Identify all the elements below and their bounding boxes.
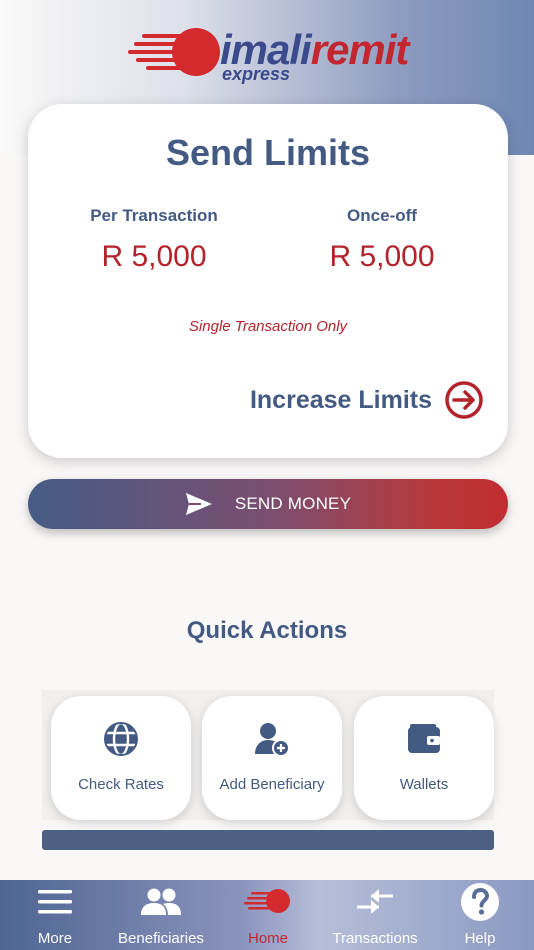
help-icon [461, 883, 499, 921]
brand-logo: imaliremit express [128, 24, 418, 86]
people-icon [141, 888, 181, 915]
tab-help-label: Help [464, 930, 496, 947]
limit-note: Single Transaction Only [188, 318, 348, 335]
tab-help[interactable]: Help [446, 880, 514, 950]
tab-more-label: More [37, 930, 73, 947]
tab-home[interactable]: Home [233, 880, 303, 950]
increase-limits-label: Increase Limits [249, 385, 432, 414]
check-rates-button[interactable]: Check Rates [51, 696, 191, 820]
send-limits-card: Send Limits Per Transaction R 5,000 Once… [28, 104, 508, 458]
paper-plane-icon [185, 493, 212, 515]
quick-actions-title: Quick Actions [186, 617, 348, 644]
home-logo-icon [244, 889, 290, 913]
brand-subtitle: express [222, 64, 291, 84]
check-rates-label: Check Rates [78, 776, 164, 793]
per-transaction-label: Per Transaction [90, 206, 218, 225]
transfer-arrows-icon [357, 889, 393, 914]
once-off-label: Once-off [347, 206, 417, 225]
send-money-label: SEND MONEY [234, 494, 352, 513]
add-user-icon [255, 723, 290, 757]
arrow-circle-right-icon [445, 381, 483, 419]
quick-actions-scrollbar[interactable] [42, 830, 494, 850]
send-money-button[interactable]: SEND MONEY [28, 479, 508, 529]
per-transaction-value: R 5,000 [101, 240, 207, 273]
globe-icon [104, 721, 138, 757]
wallets-button[interactable]: Wallets [354, 696, 494, 820]
once-off-value: R 5,000 [329, 240, 435, 273]
menu-icon [38, 890, 72, 914]
tab-beneficiaries[interactable]: Beneficiaries [111, 880, 211, 950]
increase-limits-button[interactable]: Increase Limits [250, 380, 484, 420]
tab-beneficiaries-label: Beneficiaries [118, 930, 204, 947]
tab-transactions[interactable]: Transactions [327, 880, 423, 950]
tab-transactions-label: Transactions [332, 930, 418, 947]
wallets-label: Wallets [399, 776, 449, 793]
add-beneficiary-label: Add Beneficiary [219, 776, 325, 793]
add-beneficiary-button[interactable]: Add Beneficiary [202, 696, 342, 820]
bottom-tab-bar: More Beneficiaries Home Transactions Hel… [0, 880, 534, 950]
tab-more[interactable]: More [20, 880, 90, 950]
card-title: Send Limits [165, 132, 371, 173]
tab-home-label: Home [247, 930, 288, 947]
wallet-icon [408, 724, 440, 753]
speed-ball-icon [128, 28, 220, 76]
